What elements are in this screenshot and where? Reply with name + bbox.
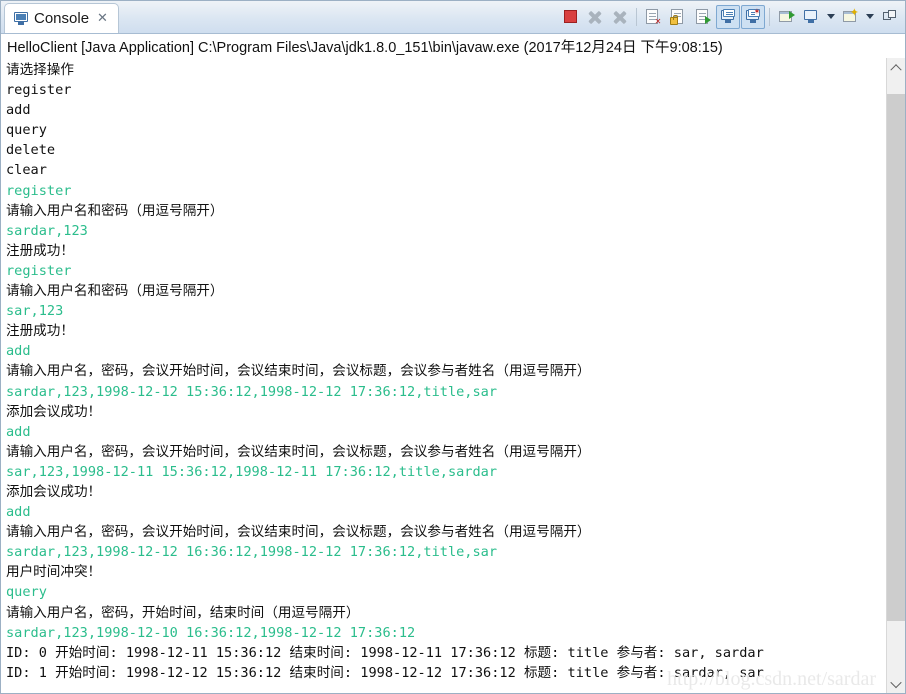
scrollbar-thumb[interactable]	[887, 93, 905, 622]
document-clear-icon: ✕	[645, 8, 661, 25]
console-line: 请输入用户名和密码（用逗号隔开）	[6, 283, 224, 300]
console-line: query	[6, 122, 47, 139]
console-out-icon	[720, 8, 736, 25]
document-lock-icon	[670, 8, 686, 25]
x-icon	[588, 10, 602, 24]
chevron-down-icon	[890, 676, 902, 689]
console-line: 添加会议成功！	[6, 483, 102, 500]
clear-console-button[interactable]: ✕	[641, 5, 665, 29]
console-line: register	[6, 182, 72, 199]
tab-console[interactable]: Console ✕	[4, 3, 119, 33]
pin-icon	[778, 9, 795, 25]
tab-console-label: Console	[34, 10, 90, 27]
console-line: 请输入用户名，密码，会议开始时间，会议结束时间，会议标题，会议参与者姓名（用逗号…	[6, 363, 591, 380]
show-console-output-button[interactable]	[716, 4, 740, 29]
chevron-down-icon	[826, 14, 835, 19]
display-selected-console-dropdown[interactable]	[824, 5, 837, 29]
console-line: 请输入用户名，密码，开始时间，结束时间（用逗号隔开）	[6, 604, 360, 621]
remove-all-terminated-button[interactable]	[608, 5, 632, 29]
tab-strip: Console ✕ ✕ ✶ ✦	[1, 1, 905, 34]
console-line: add	[6, 102, 31, 119]
console-line: add	[6, 343, 31, 360]
console-line: 注册成功！	[6, 242, 74, 259]
x-multi-icon	[613, 10, 627, 24]
console-line: sardar,123	[6, 222, 88, 239]
console-line: 用户时间冲突！	[6, 564, 102, 581]
console-line: sardar,123,1998-12-10 16:36:12,1998-12-1…	[6, 624, 416, 641]
console-line: clear	[6, 162, 47, 179]
document-wrap-icon	[695, 8, 711, 25]
console-line: sardar,123,1998-12-12 16:36:12,1998-12-1…	[6, 544, 498, 561]
restore-window-icon	[881, 9, 897, 25]
stop-square-icon	[563, 10, 577, 23]
console-toolbar: ✕ ✶ ✦	[558, 2, 901, 31]
open-console-button[interactable]: ✦	[838, 5, 862, 29]
scroll-lock-button[interactable]	[666, 5, 690, 29]
console-line: 添加会议成功！	[6, 403, 102, 420]
monitor-icon	[803, 9, 819, 25]
scroll-down-button[interactable]	[887, 675, 905, 693]
console-line: ID: 1 开始时间: 1998-12-12 15:36:12 结束时间: 19…	[6, 664, 764, 681]
close-icon[interactable]: ✕	[95, 12, 108, 25]
console-line: delete	[6, 142, 56, 159]
console-line: 请输入用户名，密码，会议开始时间，会议结束时间，会议标题，会议参与者姓名（用逗号…	[6, 524, 591, 541]
chevron-up-icon	[890, 64, 902, 76]
pin-console-button[interactable]	[774, 5, 798, 29]
scroll-up-button[interactable]	[887, 58, 905, 76]
console-line: sardar,123,1998-12-12 15:36:12,1998-12-1…	[6, 383, 498, 400]
console-icon	[14, 12, 28, 25]
console-error-icon: ✶	[745, 7, 761, 25]
console-line: 注册成功！	[6, 323, 74, 340]
toolbar-separator-1	[636, 7, 637, 26]
console-body: 请选择操作 register add query delete clear register…	[1, 58, 905, 693]
console-line: register	[6, 82, 72, 99]
vertical-scrollbar[interactable]	[886, 58, 905, 693]
console-line: 请选择操作	[6, 62, 74, 78]
toolbar-separator-2	[769, 7, 770, 26]
launch-config-line: HelloClient [Java Application] C:\Progra…	[1, 34, 905, 59]
open-console-dropdown[interactable]	[863, 5, 876, 29]
console-line: add	[6, 504, 31, 521]
console-line: 请输入用户名，密码，会议开始时间，会议结束时间，会议标题，会议参与者姓名（用逗号…	[6, 443, 591, 460]
console-output[interactable]: 请选择操作 register add query delete clear register…	[1, 58, 886, 693]
display-selected-console-button[interactable]	[799, 5, 823, 29]
console-line: 请输入用户名和密码（用逗号隔开）	[6, 202, 224, 219]
minimize-maximize-button[interactable]	[877, 5, 901, 29]
show-console-error-button[interactable]: ✶	[741, 4, 765, 29]
remove-launch-button[interactable]	[583, 5, 607, 29]
word-wrap-button[interactable]	[691, 5, 715, 29]
console-line: sar,123	[6, 303, 64, 320]
console-line: add	[6, 423, 31, 440]
terminate-button[interactable]	[558, 5, 582, 29]
console-line: ID: 0 开始时间: 1998-12-11 15:36:12 结束时间: 19…	[6, 644, 764, 661]
console-line: query	[6, 584, 47, 601]
eclipse-console-view: Console ✕ ✕ ✶ ✦ HelloClient [Java Applic…	[0, 0, 906, 694]
console-line: register	[6, 262, 72, 279]
console-line: sar,123,1998-12-11 15:36:12,1998-12-11 1…	[6, 463, 498, 480]
chevron-down-icon	[865, 14, 874, 19]
new-console-icon: ✦	[842, 7, 859, 25]
